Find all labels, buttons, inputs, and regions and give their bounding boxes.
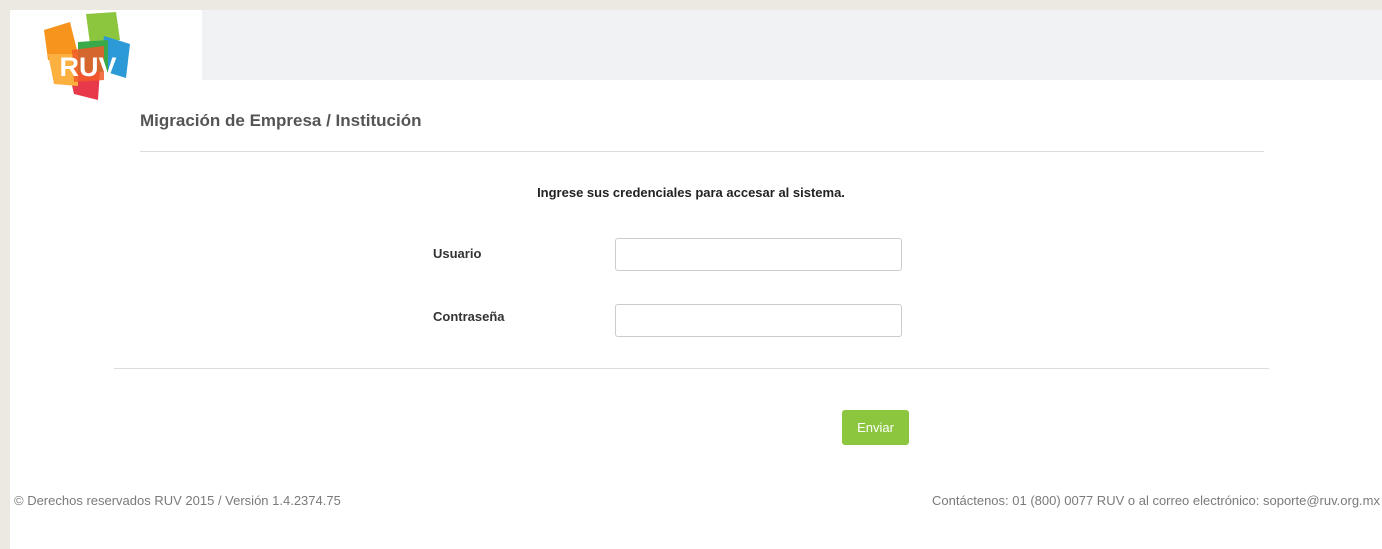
logo-text: RUV [59, 52, 116, 82]
submit-button[interactable]: Enviar [842, 410, 909, 445]
header-bar [202, 10, 1382, 80]
ruv-logo[interactable]: RUV [38, 10, 138, 102]
username-input[interactable] [615, 238, 902, 271]
password-label: Contraseña [433, 309, 505, 324]
form-divider [114, 368, 1269, 369]
page-title: Migración de Empresa / Institución [140, 111, 422, 130]
footer-contact: Contáctenos: 01 (800) 0077 RUV o al corr… [932, 493, 1380, 508]
ruv-logo-icon: RUV [44, 12, 130, 100]
login-instructions: Ingrese sus credenciales para accesar al… [537, 185, 845, 200]
title-divider [140, 151, 1264, 152]
page-container: RUV Migración de Empresa / Institución [10, 10, 1382, 549]
password-input[interactable] [615, 304, 902, 337]
username-label: Usuario [433, 246, 482, 261]
footer-copyright: © Derechos reservados RUV 2015 / Versión… [14, 493, 341, 508]
